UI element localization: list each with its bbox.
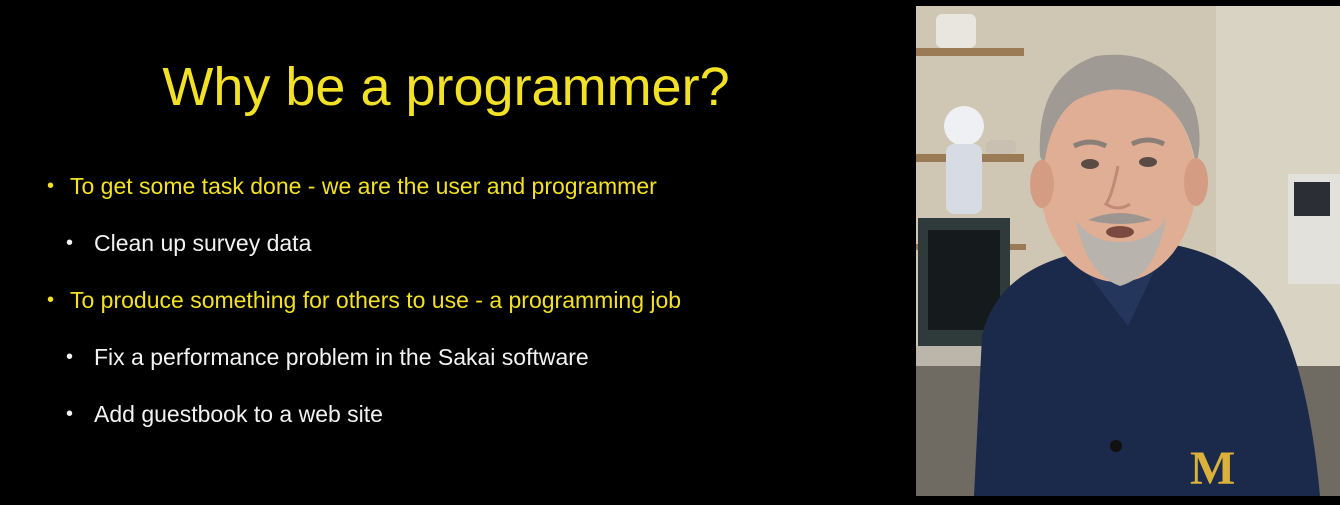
- bullet-dot-icon: •: [66, 232, 74, 254]
- bullet-dot-icon: •: [66, 346, 74, 368]
- bullet-text: Fix a performance problem in the Sakai s…: [94, 344, 589, 370]
- sub-bullet-item: • Fix a performance problem in the Sakai…: [66, 343, 589, 371]
- sub-bullet-item: • Clean up survey data: [66, 229, 312, 257]
- bullet-text: To get some task done - we are the user …: [70, 173, 657, 199]
- instructor-video: M: [916, 6, 1340, 496]
- bullet-dot-icon: •: [47, 289, 55, 311]
- instructor-video-frame: M: [916, 6, 1340, 496]
- bullet-item: • To produce something for others to use…: [47, 286, 682, 314]
- shelf-toy: [936, 14, 976, 48]
- sub-bullet-item: • Add guestbook to a web site: [66, 400, 383, 428]
- lapel-mic: [1110, 440, 1122, 452]
- bullet-item: • To get some task done - we are the use…: [47, 172, 657, 200]
- robot-toy: [944, 106, 984, 146]
- bullet-dot-icon: •: [47, 175, 55, 197]
- bullet-text: Clean up survey data: [94, 230, 312, 256]
- shelf: [916, 48, 1024, 56]
- shirt-logo: M: [1190, 442, 1235, 495]
- slide: Why be a programmer? • To get some task …: [0, 0, 916, 505]
- bullet-dot-icon: •: [66, 403, 74, 425]
- bullet-text: Add guestbook to a web site: [94, 401, 383, 427]
- bullet-text: To produce something for others to use -…: [70, 287, 682, 313]
- bullet-list: • To get some task done - we are the use…: [0, 0, 916, 505]
